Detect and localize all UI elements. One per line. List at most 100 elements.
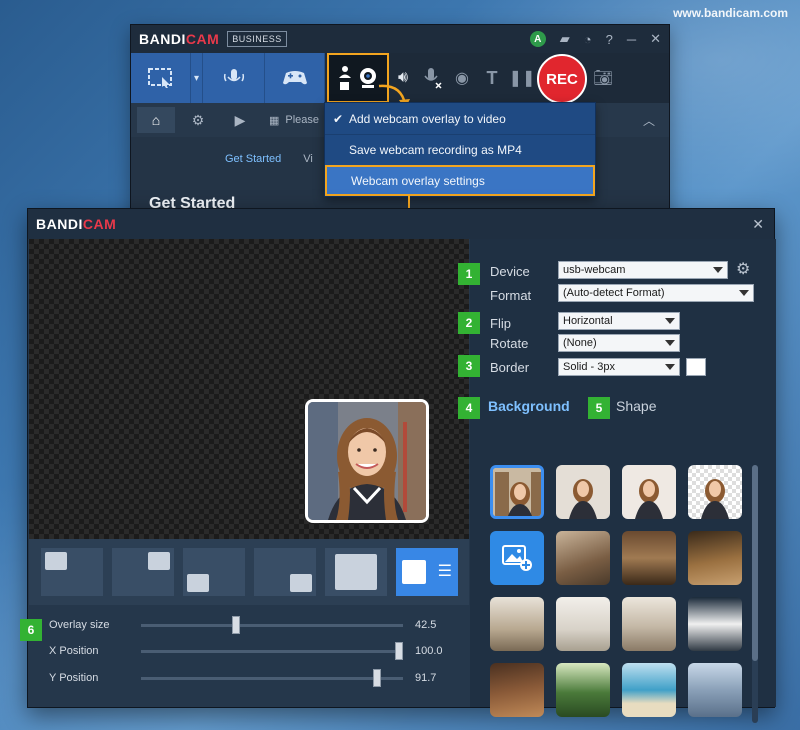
position-top-right[interactable] xyxy=(112,548,174,596)
tab-shape[interactable]: Shape xyxy=(616,398,656,414)
x-position-slider-handle[interactable] xyxy=(395,641,403,660)
webcam-preview-thumbnail[interactable] xyxy=(305,399,429,523)
x-position-label: X Position xyxy=(49,645,99,657)
text-icon: T xyxy=(486,67,498,88)
gear-icon: ⚙ xyxy=(191,111,205,128)
account-avatar[interactable]: A xyxy=(529,31,546,47)
chevron-down-icon xyxy=(665,340,675,346)
search-area[interactable]: ▦ Please xyxy=(269,114,319,127)
gamepad-icon xyxy=(282,71,307,85)
pause-icon: ❚❚ xyxy=(508,70,536,87)
background-option-solid[interactable] xyxy=(622,465,676,519)
checkmark-icon: ✔ xyxy=(333,111,344,126)
grid-icon: ▦ xyxy=(269,114,280,127)
menu-item-webcam-overlay-settings[interactable]: Webcam overlay settings xyxy=(325,165,595,196)
background-option-window-room[interactable] xyxy=(490,597,544,651)
background-option-cafe[interactable] xyxy=(688,531,742,585)
callout-badge-5: 5 xyxy=(588,397,610,419)
microphone-icon xyxy=(223,69,244,82)
callout-badge-4: 4 xyxy=(458,397,480,419)
overlay-sliders: Overlay size 42.5 X Position 100.0 Y Pos… xyxy=(29,607,469,707)
overlay-position-presets: ☰ xyxy=(29,539,469,605)
overlay-size-slider-handle[interactable] xyxy=(232,615,240,634)
background-scrollbar[interactable] xyxy=(752,465,758,723)
callout-badge-2: 2 xyxy=(458,312,480,334)
chevron-down-icon xyxy=(713,267,723,273)
overlay-size-value: 42.5 xyxy=(415,619,437,631)
text-overlay-button[interactable]: T xyxy=(477,53,507,103)
overlay-preview xyxy=(29,239,469,539)
screenshot-button[interactable]: 📷︎ xyxy=(587,53,619,103)
position-top-left[interactable] xyxy=(41,548,103,596)
dialog-close-button[interactable]: ✕ xyxy=(752,216,764,233)
background-option-library[interactable] xyxy=(622,531,676,585)
pause-button[interactable]: ❚❚ xyxy=(507,53,537,103)
overlay-size-slider[interactable] xyxy=(141,615,403,634)
border-color-swatch[interactable] xyxy=(686,358,706,376)
chevron-up-icon[interactable]: ︿ xyxy=(643,112,655,129)
x-position-value: 100.0 xyxy=(415,645,443,657)
menu-item-add-webcam-overlay[interactable]: ✔ Add webcam overlay to video xyxy=(325,103,595,134)
format-select[interactable]: (Auto-detect Format) xyxy=(558,284,754,302)
subtab-get-started[interactable]: Get Started xyxy=(225,153,281,165)
chevron-down-icon xyxy=(665,364,675,370)
y-position-slider[interactable] xyxy=(141,668,403,687)
position-full[interactable] xyxy=(325,548,387,596)
audio-mode-button[interactable] xyxy=(203,53,265,103)
tab-background[interactable]: Background xyxy=(488,398,570,414)
camera-icon: 📷︎ xyxy=(592,70,614,87)
mic-muted-icon xyxy=(424,68,442,89)
background-option-living-room[interactable] xyxy=(556,597,610,651)
background-option-forest[interactable] xyxy=(556,663,610,717)
position-bottom-right[interactable] xyxy=(254,548,316,596)
record-button[interactable]: REC xyxy=(537,54,587,104)
tab-video[interactable]: ▶ xyxy=(221,107,259,133)
flip-label: Flip xyxy=(490,316,511,331)
add-background-image-button[interactable] xyxy=(490,531,544,585)
border-select[interactable]: Solid - 3px xyxy=(558,358,680,376)
position-bottom-left[interactable] xyxy=(183,548,245,596)
tab-home[interactable]: ⌂ xyxy=(137,107,175,133)
tab-settings[interactable]: ⚙ xyxy=(179,107,217,133)
menu-item-save-webcam-mp4[interactable]: Save webcam recording as MP4 xyxy=(325,134,595,165)
device-settings-gear-icon[interactable]: ⚙ xyxy=(736,259,750,279)
settings-panel: 1 Device usb-webcam ⚙ Format (Auto-detec… xyxy=(458,239,776,723)
background-option-city-window[interactable] xyxy=(688,597,742,651)
subtab-video[interactable]: Vi xyxy=(303,153,313,165)
screen-mode-button[interactable] xyxy=(131,53,191,103)
screen-select-icon xyxy=(147,68,172,88)
background-option-bedroom[interactable] xyxy=(622,597,676,651)
background-option-lounge[interactable] xyxy=(490,663,544,717)
mode-dropdown-button[interactable]: ▾ xyxy=(191,53,203,103)
background-option-blurred[interactable] xyxy=(556,465,610,519)
mic-mute-button[interactable] xyxy=(417,53,447,103)
background-option-office[interactable] xyxy=(556,531,610,585)
clock-icon[interactable]: ◔ xyxy=(584,32,592,47)
game-mode-button[interactable] xyxy=(265,53,325,103)
x-position-slider[interactable] xyxy=(141,641,403,660)
scrollbar-thumb[interactable] xyxy=(752,465,758,661)
chevron-down-icon: ▾ xyxy=(193,72,200,84)
cursor-effect-button[interactable]: ◉ xyxy=(447,53,477,103)
background-option-beach[interactable] xyxy=(622,663,676,717)
sliders-icon: ☰ xyxy=(437,563,452,580)
background-option-transparent[interactable] xyxy=(688,465,742,519)
rotate-select[interactable]: (None) xyxy=(558,334,680,352)
device-select[interactable]: usb-webcam xyxy=(558,261,728,279)
background-option-mountains[interactable] xyxy=(688,663,742,717)
watermark: www.bandicam.com xyxy=(673,6,788,20)
background-option-bookshelf[interactable] xyxy=(490,465,544,519)
overlay-size-label: Overlay size xyxy=(49,619,110,631)
position-custom[interactable]: ☰ xyxy=(396,548,458,596)
border-label: Border xyxy=(490,360,530,375)
folder-icon[interactable]: ▰ xyxy=(560,31,570,47)
dialog-logo: BANDICAM xyxy=(36,216,117,232)
app-logo: BANDICAM xyxy=(139,31,220,47)
close-icon[interactable]: ✕ xyxy=(650,31,661,47)
help-icon[interactable]: ? xyxy=(606,32,613,47)
y-position-slider-handle[interactable] xyxy=(373,668,381,687)
flip-select[interactable]: Horizontal xyxy=(558,312,680,330)
home-icon: ⌂ xyxy=(151,112,161,128)
minimize-icon[interactable]: ─ xyxy=(627,32,636,47)
callout-badge-3: 3 xyxy=(458,355,480,377)
